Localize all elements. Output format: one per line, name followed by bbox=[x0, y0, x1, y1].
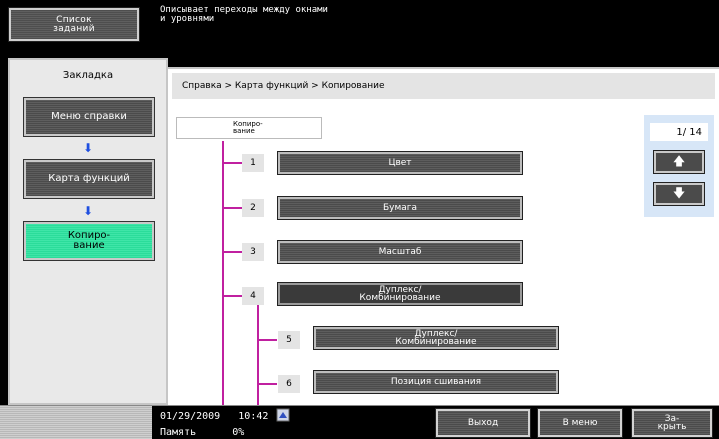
tree-branch-line bbox=[257, 339, 277, 341]
paper-button[interactable]: Бумага bbox=[277, 196, 523, 220]
memory-value: 0% bbox=[232, 427, 245, 438]
root-node-label: Копиро- вание bbox=[233, 120, 263, 135]
main-panel: Закладка Меню справки ⬇ Карта функций ⬇ … bbox=[0, 50, 719, 407]
memory-status: Память 0% bbox=[160, 427, 244, 439]
function-map-area: Справка > Карта функций > Копирование Ко… bbox=[168, 67, 719, 407]
to-menu-button[interactable]: В меню bbox=[537, 408, 623, 438]
help-menu-label: Меню справки bbox=[51, 111, 127, 122]
tree-trunk-line bbox=[222, 141, 224, 407]
bookmark-tab-label: Закладка bbox=[62, 70, 114, 81]
down-arrow-icon: ⬇ bbox=[82, 204, 94, 218]
item-number: 5 bbox=[278, 331, 300, 349]
down-arrow-icon: ⬇ bbox=[82, 141, 94, 155]
up-arrow-icon: 🡅 bbox=[672, 153, 686, 168]
tree-branch-line bbox=[257, 383, 277, 385]
function-map-label: Карта функций bbox=[48, 173, 130, 184]
paper-label: Бумага bbox=[382, 203, 418, 213]
top-bar: Список заданий Описывает переходы между … bbox=[0, 0, 719, 50]
tree-branch-line bbox=[222, 207, 242, 209]
color-label: Цвет bbox=[388, 158, 412, 168]
exit-label: Выход bbox=[467, 418, 499, 428]
page-up-button[interactable]: 🡅 bbox=[653, 150, 705, 174]
date-text: 01/29/2009 bbox=[160, 411, 221, 422]
item-number: 3 bbox=[242, 243, 264, 261]
exit-button[interactable]: Выход bbox=[435, 408, 531, 438]
duplex-combine-sub-label: Дуплекс/ Комбинирование bbox=[395, 329, 477, 347]
staple-position-label: Позиция сшивания bbox=[390, 377, 482, 387]
breadcrumb: Справка > Карта функций > Копирование bbox=[172, 73, 715, 99]
close-label: За- крыть bbox=[657, 414, 687, 432]
memory-label: Память bbox=[160, 427, 197, 438]
help-message: Описывает переходы между окнами и уровня… bbox=[160, 5, 328, 24]
datetime: 01/29/2009 10:42 bbox=[160, 411, 268, 423]
page-counter: 1/ 14 bbox=[650, 123, 708, 141]
status-panel bbox=[0, 406, 152, 439]
sidebar: Закладка Меню справки ⬇ Карта функций ⬇ … bbox=[8, 58, 168, 405]
staple-position-button[interactable]: Позиция сшивания bbox=[313, 370, 559, 394]
zoom-label: Масштаб bbox=[378, 247, 422, 257]
down-arrow-icon: 🡇 bbox=[672, 185, 686, 200]
network-icon bbox=[276, 408, 290, 422]
tree-branch-line bbox=[222, 162, 242, 164]
item-number: 1 bbox=[242, 154, 264, 172]
tree-branch-line bbox=[222, 295, 242, 297]
job-list-label: Список заданий bbox=[53, 14, 95, 34]
tree-branch-line bbox=[222, 251, 242, 253]
to-menu-label: В меню bbox=[562, 418, 598, 428]
item-number: 6 bbox=[278, 375, 300, 393]
item-number: 4 bbox=[242, 287, 264, 305]
close-button[interactable]: За- крыть bbox=[631, 408, 713, 438]
copy-label: Копиро- вание bbox=[67, 230, 111, 251]
time-text: 10:42 bbox=[238, 411, 269, 422]
duplex-combine-sub-button[interactable]: Дуплекс/ Комбинирование bbox=[313, 326, 559, 350]
page-down-button[interactable]: 🡇 bbox=[653, 182, 705, 206]
root-node: Копиро- вание bbox=[176, 117, 322, 139]
duplex-combine-label: Дуплекс/ Комбинирование bbox=[359, 285, 441, 303]
status-bar: 01/29/2009 10:42 Память 0% Выход В меню … bbox=[0, 405, 719, 439]
duplex-combine-button[interactable]: Дуплекс/ Комбинирование bbox=[277, 282, 523, 306]
tree-sub-trunk-line bbox=[257, 305, 259, 407]
color-button[interactable]: Цвет bbox=[277, 151, 523, 175]
function-map-button[interactable]: Карта функций bbox=[23, 159, 155, 199]
item-number: 2 bbox=[242, 199, 264, 217]
pager: 1/ 14 🡅 🡇 bbox=[644, 115, 714, 217]
zoom-button[interactable]: Масштаб bbox=[277, 240, 523, 264]
copy-button[interactable]: Копиро- вание bbox=[23, 221, 155, 261]
help-menu-button[interactable]: Меню справки bbox=[23, 97, 155, 137]
job-list-button[interactable]: Список заданий bbox=[8, 7, 140, 42]
